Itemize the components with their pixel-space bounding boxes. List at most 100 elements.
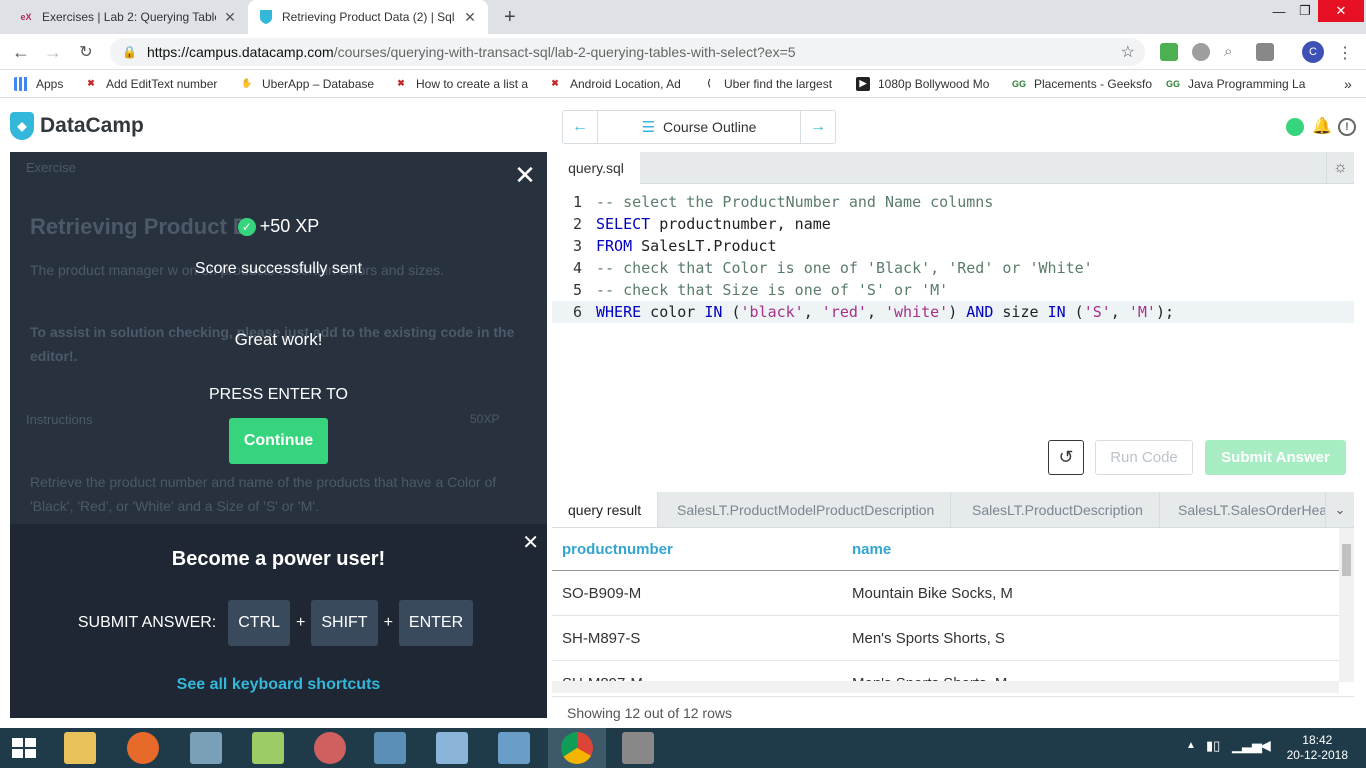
close-tab-icon[interactable]: ✕ <box>462 9 478 26</box>
forward-icon[interactable]: → <box>40 39 66 65</box>
column-header: productnumber <box>562 540 673 558</box>
control-panel-icon[interactable] <box>498 732 530 764</box>
table-row: SO-B909-M Mountain Bike Socks, M <box>552 571 1339 616</box>
search-icon[interactable]: ⌕ <box>1224 43 1242 61</box>
result-status: Showing 12 out of 12 rows <box>552 696 1354 728</box>
bookmark-item[interactable]: GG Java Programming La <box>1166 77 1306 91</box>
bookmark-item[interactable]: GG Placements - Geeksfo <box>1012 77 1152 91</box>
tab-salesorderheader[interactable]: SalesLT.SalesOrderHea <box>1162 492 1326 527</box>
profile-avatar[interactable]: C <box>1302 41 1324 63</box>
reload-icon[interactable]: ↻ <box>73 39 99 65</box>
file-explorer-icon[interactable] <box>64 732 96 764</box>
tab-query-sql[interactable]: query.sql <box>552 152 640 184</box>
horizontal-scrollbar[interactable] <box>552 681 1339 693</box>
key-ctrl: CTRL <box>228 600 291 646</box>
previous-exercise-button[interactable]: ← <box>563 111 597 143</box>
code-keyword: WHERE <box>596 303 642 321</box>
snipping-tool-icon[interactable] <box>314 732 346 764</box>
submit-answer-button[interactable]: Submit Answer <box>1205 440 1346 475</box>
bookmark-item[interactable]: ▶ 1080p Bollywood Mo <box>856 76 998 91</box>
app-icon[interactable] <box>622 732 654 764</box>
star-icon[interactable]: ☆ <box>1121 42 1135 62</box>
system-clock[interactable]: 18:42 20-12-2018 <box>1287 733 1348 763</box>
line-number: 4 <box>572 259 582 277</box>
back-icon[interactable]: ← <box>8 39 34 65</box>
code-keyword: FROM <box>596 237 633 255</box>
edx-icon: eX <box>20 12 32 22</box>
info-icon[interactable]: ! <box>1338 118 1356 136</box>
tab-productdescription[interactable]: SalesLT.ProductDescription <box>956 492 1160 527</box>
table-row: SH-M897-S Men's Sports Shorts, S <box>552 616 1339 661</box>
session-status-icon[interactable] <box>1286 118 1304 136</box>
scrollbar-thumb[interactable] <box>1342 544 1351 576</box>
task-manager-icon[interactable] <box>190 732 222 764</box>
reset-code-button[interactable]: ↺ <box>1048 440 1084 475</box>
windows-taskbar: ▲ ▮▯ ▁▃▅ ◀ 18:42 20-12-2018 <box>0 728 1366 768</box>
volume-icon[interactable]: ◀ <box>1260 737 1271 754</box>
table-cell: SH-M897-S <box>562 629 641 647</box>
keyboard-shortcuts-link[interactable]: See all keyboard shortcuts <box>10 676 547 694</box>
table-cell: SO-B909-M <box>562 584 642 602</box>
bookmark-label: Uber find the largest <box>724 76 833 91</box>
app-icon[interactable] <box>252 732 284 764</box>
bookmark-icon: ✖ <box>397 78 405 88</box>
bookmark-item[interactable]: ✖ How to create a list a <box>394 77 534 91</box>
close-tab-icon[interactable]: ✕ <box>222 9 238 26</box>
settings-icon[interactable]: ☼ <box>1326 152 1354 184</box>
continue-button[interactable]: Continue <box>229 418 328 464</box>
bookmark-item[interactable]: ✖ Android Location, Ad <box>548 77 688 91</box>
new-tab-button[interactable]: + <box>494 0 524 34</box>
code-string: 'black' <box>740 303 804 321</box>
bell-icon[interactable]: 🔔 <box>1312 116 1332 136</box>
vertical-scrollbar[interactable] <box>1339 528 1354 682</box>
extension-icon[interactable] <box>1192 43 1210 61</box>
window-close-button[interactable]: ✕ <box>1318 0 1364 22</box>
code-editor[interactable]: 1 -- select the ProductNumber and Name c… <box>552 190 1354 430</box>
tab-query-result[interactable]: query result <box>552 492 659 527</box>
more-bookmarks-button[interactable]: » <box>1344 76 1364 92</box>
url-path: /courses/querying-with-transact-sql/lab-… <box>333 44 796 60</box>
code-text: productnumber, name <box>650 215 831 233</box>
editor-tab-bar: query.sql ☼ <box>552 152 1354 184</box>
score-sent-message: Score successfully sent <box>194 260 363 277</box>
datacamp-logo[interactable]: ◆ DataCamp <box>10 112 144 140</box>
browser-tab-exercises[interactable]: eX Exercises | Lab 2: Querying Table ✕ <box>8 0 248 34</box>
browser-tab-retrieving[interactable]: Retrieving Product Data (2) | Sql ✕ <box>248 0 488 34</box>
course-outline-button[interactable]: ☰ Course Outline <box>597 111 801 143</box>
code-keyword: IN <box>1047 303 1066 321</box>
code-line: 2 SELECT productnumber, name <box>552 213 1354 235</box>
bookmark-apps[interactable]: Apps <box>14 76 70 91</box>
chrome-taskbar-item[interactable] <box>548 728 606 768</box>
extension-icon[interactable] <box>1160 43 1178 61</box>
shortcut-row: SUBMIT ANSWER: CTRL + SHIFT + ENTER <box>10 600 547 646</box>
bookmarks-bar: Apps ✖ Add EditText number ✋ UberApp – D… <box>0 70 1366 98</box>
windows-start-icon[interactable] <box>12 738 36 758</box>
code-string: 'S' <box>1083 303 1111 321</box>
logo-text: DataCamp <box>40 114 144 137</box>
bookmark-label: Placements - Geeksfo <box>1034 76 1152 91</box>
next-exercise-button[interactable]: → <box>801 111 835 143</box>
bookmark-item[interactable]: ✋ UberApp – Database <box>240 77 380 91</box>
bookmark-icon: ✋ <box>241 78 253 88</box>
code-comment: -- check that Size is one of 'S' or 'M' <box>596 281 949 299</box>
firefox-icon[interactable] <box>127 732 159 764</box>
line-number: 3 <box>572 237 582 255</box>
tray-chevron-icon[interactable]: ▲ <box>1186 740 1196 751</box>
close-modal-button[interactable]: ✕ <box>513 160 537 191</box>
url-input[interactable]: 🔒 https://campus.datacamp.com/courses/qu… <box>110 38 1145 66</box>
network-icon[interactable]: ▮▯ <box>1206 738 1220 754</box>
calculator-icon[interactable] <box>374 732 406 764</box>
bookmark-item[interactable]: ✖ Add EditText number <box>84 77 226 91</box>
notepad-icon[interactable] <box>436 732 468 764</box>
extension-icon[interactable] <box>1256 43 1274 61</box>
tab-title: Exercises | Lab 2: Querying Table <box>42 10 216 24</box>
key-enter: ENTER <box>398 600 474 646</box>
signal-icon[interactable]: ▁▃▅ <box>1232 738 1262 754</box>
table-cell: SH-M897-M <box>562 661 643 682</box>
chevron-down-icon[interactable]: ⌄ <box>1326 492 1354 527</box>
run-code-button[interactable]: Run Code <box>1095 440 1193 475</box>
tab-productmodelproductdescription[interactable]: SalesLT.ProductModelProductDescription <box>661 492 952 527</box>
code-comment: -- select the ProductNumber and Name col… <box>596 193 994 211</box>
menu-icon[interactable]: ⋮ <box>1336 43 1354 62</box>
bookmark-item[interactable]: ⟨ Uber find the largest <box>702 77 842 91</box>
